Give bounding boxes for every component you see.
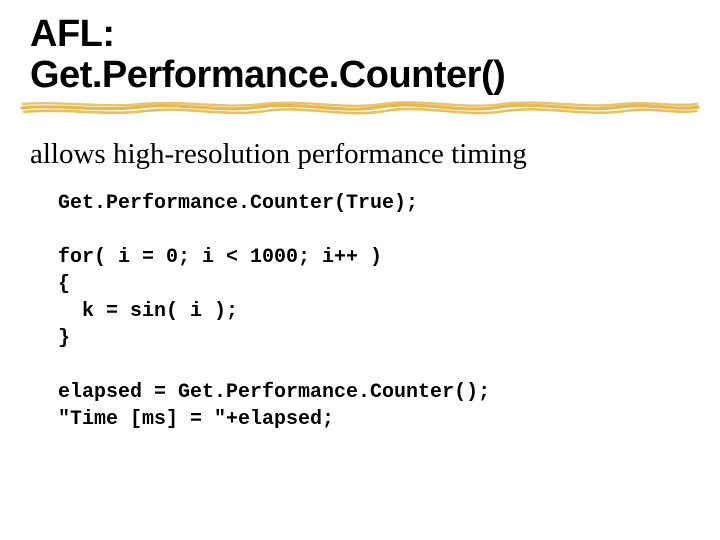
code-line: { <box>58 273 70 296</box>
body: allows high-resolution performance timin… <box>0 118 720 433</box>
code-line: for( i = 0; i < 1000; i++ ) <box>58 246 382 269</box>
code-line: } <box>58 327 70 350</box>
code-line: elapsed = Get.Performance.Counter(); <box>58 381 490 404</box>
lead-text: allows high-resolution performance timin… <box>30 136 680 172</box>
code-line: Get.Performance.Counter(True); <box>58 192 418 215</box>
code-block: Get.Performance.Counter(True); for( i = … <box>30 190 680 433</box>
title-underline <box>0 96 720 118</box>
title-block: AFL: Get.Performance.Counter() <box>0 0 720 102</box>
slide: AFL: Get.Performance.Counter() allows hi… <box>0 0 720 540</box>
code-line: k = sin( i ); <box>58 300 238 323</box>
scribble-underline-icon <box>20 96 700 118</box>
code-line: "Time [ms] = "+elapsed; <box>58 408 334 431</box>
title-line-1: AFL: <box>30 14 720 55</box>
title-line-2: Get.Performance.Counter() <box>30 55 720 96</box>
